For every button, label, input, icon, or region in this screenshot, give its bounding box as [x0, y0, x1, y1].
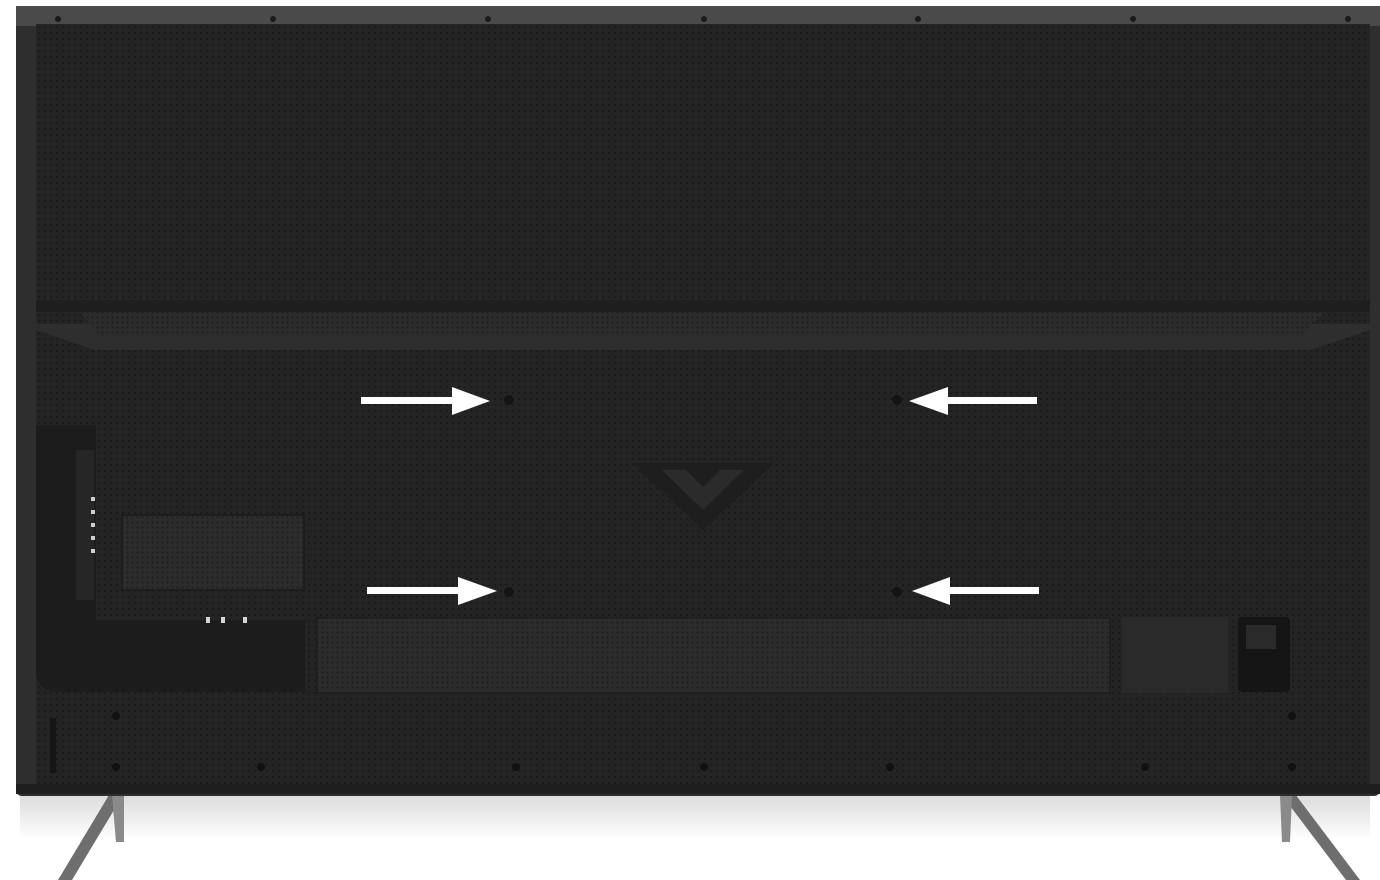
photo-stage [0, 0, 1380, 880]
left-edge-marks [50, 718, 56, 773]
vent-strip [80, 312, 1325, 336]
vent-edge [36, 300, 1370, 312]
bottom-edge [16, 784, 1380, 794]
right-grille [1122, 617, 1228, 693]
tv-top-bezel [16, 6, 1380, 26]
floor-shadow [20, 790, 1370, 840]
left-grille [121, 514, 305, 591]
power-socket [1246, 625, 1276, 649]
bottom-grille [316, 617, 1111, 694]
tv-back-illustration [16, 6, 1380, 880]
right-leg-foot [1280, 795, 1292, 842]
upper-back-panel [36, 24, 1370, 324]
bottom-port-bay [36, 620, 305, 692]
